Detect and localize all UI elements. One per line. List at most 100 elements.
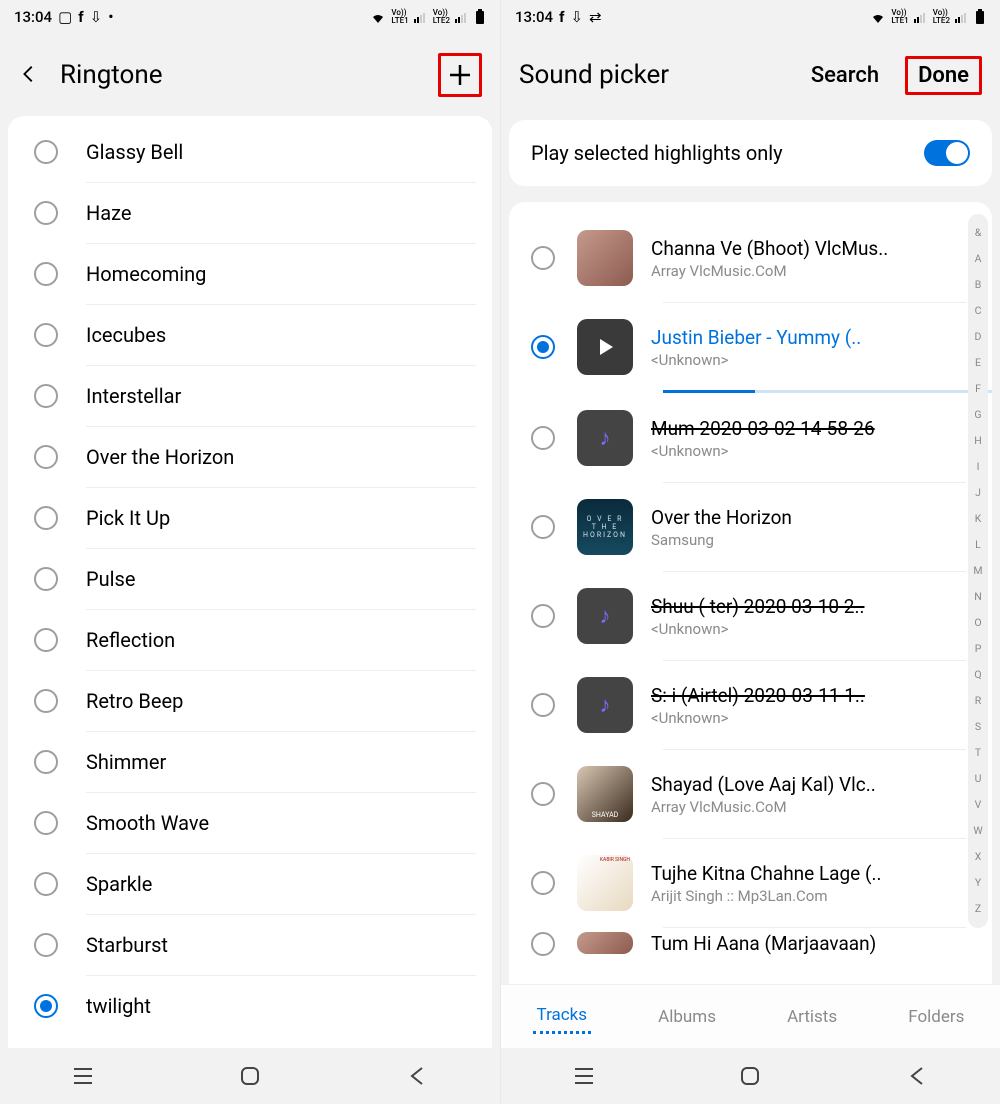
ringtone-row[interactable]: Pick It Up xyxy=(8,488,492,548)
index-letter[interactable]: F xyxy=(975,376,981,402)
index-letter[interactable]: Y xyxy=(975,870,981,896)
index-letter[interactable]: M xyxy=(973,558,982,584)
album-thumb[interactable]: O V E RT H EHORIZON xyxy=(577,499,633,555)
ringtone-row[interactable]: Smooth Wave xyxy=(8,793,492,853)
album-thumb[interactable] xyxy=(577,766,633,822)
radio-button[interactable] xyxy=(531,604,555,628)
ringtone-row[interactable]: Icecubes xyxy=(8,305,492,365)
index-bar[interactable]: &ABCDEFGHIJKLMNOPQRSTUVWXYZ xyxy=(968,214,988,928)
search-button[interactable]: Search xyxy=(811,63,879,88)
index-letter[interactable]: C xyxy=(975,298,982,324)
track-row[interactable]: Tujhe Kitna Chahne Lage (..Arijit Singh … xyxy=(509,839,992,927)
index-letter[interactable]: L xyxy=(975,532,981,558)
nav-back-button[interactable] xyxy=(400,1059,434,1093)
home-button[interactable] xyxy=(233,1059,267,1093)
radio-button[interactable] xyxy=(34,201,58,225)
ringtone-row[interactable]: Pulse xyxy=(8,549,492,609)
track-row[interactable]: Justin Bieber - Yummy (..<Unknown> xyxy=(509,303,992,391)
nav-back-button[interactable] xyxy=(900,1059,934,1093)
radio-button[interactable] xyxy=(34,872,58,896)
ringtone-row[interactable]: Sparkle xyxy=(8,854,492,914)
ringtone-row[interactable]: Starburst xyxy=(8,915,492,975)
index-letter[interactable]: R xyxy=(975,688,981,714)
track-row[interactable]: ♪Mum 2020-03-02 14-58-26<Unknown> xyxy=(509,394,992,482)
index-letter[interactable]: I xyxy=(977,454,980,480)
track-row[interactable]: Channa Ve (Bhoot) VlcMus..Array VlcMusic… xyxy=(509,214,992,302)
radio-button[interactable] xyxy=(531,246,555,270)
index-letter[interactable]: Q xyxy=(974,662,981,688)
album-thumb[interactable] xyxy=(577,855,633,911)
track-row[interactable]: Tum Hi Aana (Marjaavaan) xyxy=(509,928,992,958)
index-letter[interactable]: E xyxy=(975,350,981,376)
done-button[interactable]: Done xyxy=(905,56,982,95)
track-row[interactable]: Shayad (Love Aaj Kal) Vlc..Array VlcMusi… xyxy=(509,750,992,838)
back-button[interactable] xyxy=(18,59,40,92)
tab-folders[interactable]: Folders xyxy=(904,1001,968,1033)
ringtone-row[interactable]: Shimmer xyxy=(8,732,492,792)
tab-artists[interactable]: Artists xyxy=(783,1001,841,1033)
radio-button[interactable] xyxy=(34,506,58,530)
ringtone-row[interactable]: Homecoming xyxy=(8,244,492,304)
ringtone-row[interactable]: Glassy Bell xyxy=(8,122,492,182)
highlights-toggle[interactable] xyxy=(924,140,970,166)
recents-button[interactable] xyxy=(66,1059,100,1093)
home-button[interactable] xyxy=(733,1059,767,1093)
index-letter[interactable]: W xyxy=(973,818,982,844)
radio-button[interactable] xyxy=(34,628,58,652)
album-thumb[interactable]: ♪ xyxy=(577,588,633,644)
radio-button[interactable] xyxy=(34,933,58,957)
tab-tracks[interactable]: Tracks xyxy=(533,999,592,1034)
track-row[interactable]: ♪Shuu ( ter) 2020 03-10 2..<Unknown> xyxy=(509,572,992,660)
ringtone-row[interactable]: Retro Beep xyxy=(8,671,492,731)
radio-button[interactable] xyxy=(531,426,555,450)
album-thumb[interactable] xyxy=(577,230,633,286)
radio-button[interactable] xyxy=(34,689,58,713)
radio-button[interactable] xyxy=(34,140,58,164)
radio-button[interactable] xyxy=(34,811,58,835)
ringtone-row[interactable]: Over the Horizon xyxy=(8,427,492,487)
radio-button[interactable] xyxy=(531,782,555,806)
index-letter[interactable]: V xyxy=(975,792,982,818)
radio-button[interactable] xyxy=(34,445,58,469)
index-letter[interactable]: S xyxy=(975,714,981,740)
index-letter[interactable]: G xyxy=(974,402,981,428)
index-letter[interactable]: U xyxy=(975,766,982,792)
radio-button[interactable] xyxy=(34,567,58,591)
radio-button[interactable] xyxy=(34,750,58,774)
index-letter[interactable]: O xyxy=(974,610,981,636)
radio-button[interactable] xyxy=(531,335,555,359)
tab-albums[interactable]: Albums xyxy=(654,1001,720,1033)
album-thumb[interactable]: ♪ xyxy=(577,410,633,466)
track-row[interactable]: O V E RT H EHORIZONOver the HorizonSamsu… xyxy=(509,483,992,571)
recents-button[interactable] xyxy=(567,1059,601,1093)
index-letter[interactable]: X xyxy=(975,844,982,870)
ringtone-row[interactable]: twilight xyxy=(8,976,492,1036)
index-letter[interactable]: Z xyxy=(975,896,981,922)
album-thumb[interactable] xyxy=(577,319,633,375)
album-thumb[interactable]: ♪ xyxy=(577,677,633,733)
index-letter[interactable]: N xyxy=(974,584,982,610)
radio-button[interactable] xyxy=(34,262,58,286)
ringtone-row[interactable]: Reflection xyxy=(8,610,492,670)
track-row[interactable]: ♪S: i (Airtel) 2020-03-11 1..<Unknown> xyxy=(509,661,992,749)
radio-button[interactable] xyxy=(34,323,58,347)
index-letter[interactable]: K xyxy=(975,506,982,532)
index-letter[interactable]: A xyxy=(975,246,982,272)
radio-button[interactable] xyxy=(34,384,58,408)
ringtone-row[interactable]: Interstellar xyxy=(8,366,492,426)
radio-button[interactable] xyxy=(531,932,555,956)
index-letter[interactable]: P xyxy=(975,636,982,662)
index-letter[interactable]: H xyxy=(974,428,982,454)
radio-button[interactable] xyxy=(531,871,555,895)
index-letter[interactable]: & xyxy=(975,220,982,246)
radio-button[interactable] xyxy=(34,994,58,1018)
radio-button[interactable] xyxy=(531,693,555,717)
ringtone-row[interactable]: Haze xyxy=(8,183,492,243)
radio-button[interactable] xyxy=(531,515,555,539)
playback-progress[interactable] xyxy=(663,390,992,393)
index-letter[interactable]: D xyxy=(975,324,982,350)
index-letter[interactable]: J xyxy=(975,480,981,506)
album-thumb[interactable] xyxy=(577,932,633,954)
index-letter[interactable]: T xyxy=(975,740,981,766)
index-letter[interactable]: B xyxy=(975,272,982,298)
